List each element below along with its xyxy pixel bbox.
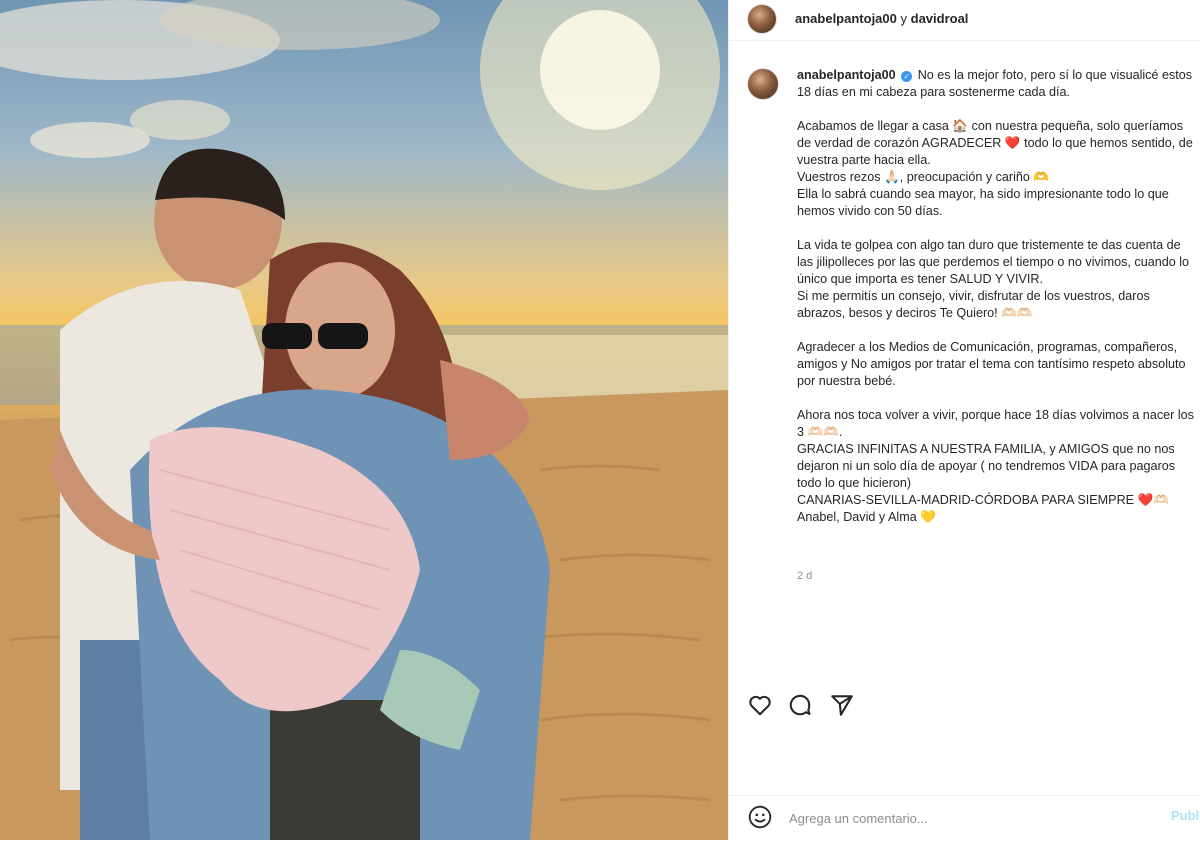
header-user2[interactable]: davidroal (911, 11, 969, 26)
post-caption: anabelpantoja00 ✓ No es la mejor foto, p… (797, 67, 1197, 543)
caption-paragraph: anabelpantoja00 ✓ No es la mejor foto, p… (797, 67, 1197, 101)
comment-icon[interactable] (787, 692, 813, 718)
caption-text-4: Agradecer a los Medios de Comunicación, … (797, 340, 1186, 388)
post-header: anabelpantoja00 y davidroal (729, 0, 1200, 41)
beach-family-photo (0, 0, 728, 840)
heart-icon[interactable] (747, 692, 773, 718)
instagram-post-view: anabelpantoja00 y davidroal anabelpantoj… (0, 0, 1200, 840)
collab-users[interactable]: anabelpantoja00 y davidroal (795, 11, 968, 26)
post-time-ago[interactable]: 2 d (797, 570, 812, 582)
header-user1[interactable]: anabelpantoja00 (795, 11, 897, 26)
comment-bar: Publicar (729, 795, 1200, 841)
post-side-panel: anabelpantoja00 y davidroal anabelpantoj… (728, 0, 1200, 840)
caption-text-3: La vida te golpea con algo tan duro que … (797, 238, 1190, 320)
emoji-icon[interactable] (747, 804, 773, 830)
caption-text-5: Ahora nos toca volver a vivir, porque ha… (797, 408, 1194, 524)
comment-input[interactable] (787, 806, 1121, 830)
caption-text-2: Acabamos de llegar a casa 🏠 con nuestra … (797, 119, 1193, 218)
author-avatar[interactable] (747, 68, 779, 100)
share-icon[interactable] (829, 692, 855, 718)
verified-badge-icon: ✓ (901, 71, 913, 82)
post-photo[interactable] (0, 0, 728, 840)
author-username[interactable]: anabelpantoja00 (797, 68, 896, 82)
header-joiner: y (900, 11, 908, 26)
publish-button[interactable]: Publicar (1171, 808, 1200, 823)
collab-avatar[interactable] (747, 4, 777, 34)
